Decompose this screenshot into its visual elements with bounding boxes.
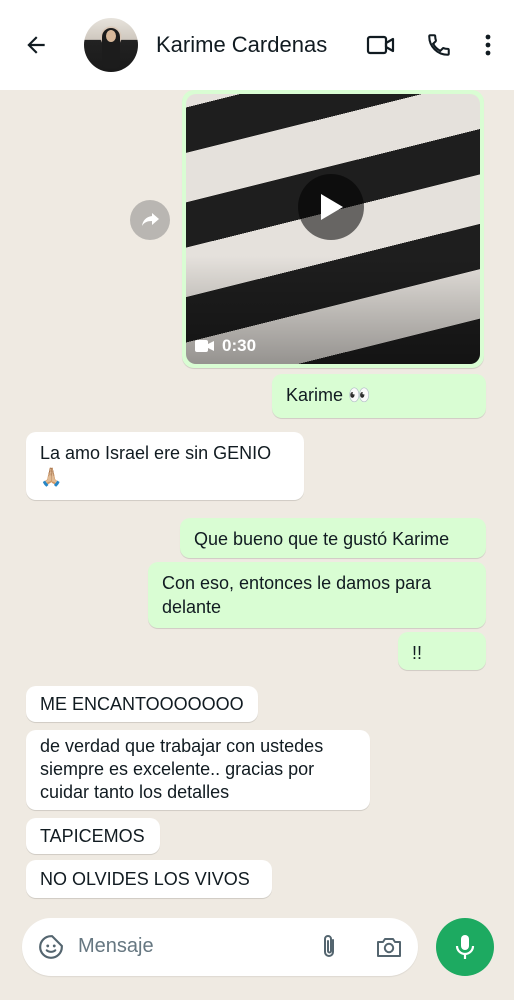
message-bubble[interactable]: Karime 👀 (272, 374, 486, 418)
duration-text: 0:30 (222, 336, 257, 355)
play-button[interactable] (298, 174, 364, 240)
chat-header: Karime Cardenas (0, 0, 514, 90)
attach-button[interactable] (314, 932, 344, 962)
message-bubble[interactable]: de verdad que trabajar con ustedes siemp… (26, 730, 370, 810)
message-text: cuidar tanto los detalles (40, 782, 230, 802)
avatar[interactable] (84, 18, 138, 72)
camera-icon (377, 938, 401, 957)
message-bubble[interactable]: Que bueno que te gustó Karime (180, 518, 486, 558)
chat-area: 0:30 Karime 👀 La amo Israel ere sin GENI… (0, 90, 514, 910)
message-text: de verdad que trabajar con ustedes (40, 736, 324, 756)
microphone-icon (455, 935, 475, 959)
phone-icon (428, 34, 450, 56)
message-bubble[interactable]: La amo Israel ere sin GENIO 🙏🏼 (26, 432, 304, 500)
message-text: NO OLVIDES LOS VIVOS (40, 869, 250, 889)
contact-name[interactable]: Karime Cardenas (156, 32, 327, 58)
message-bubble[interactable]: TAPICEMOS (26, 818, 160, 854)
message-text: siempre es excelente.. gracias por (40, 759, 315, 779)
camera-button[interactable] (374, 932, 404, 962)
arrow-left-icon (27, 36, 45, 54)
video-duration: 0:30 (194, 336, 256, 356)
more-vertical-icon (485, 34, 491, 56)
message-input[interactable]: Mensaje (78, 935, 154, 958)
message-text: Karime 👀 (286, 385, 371, 405)
message-text: ME ENCANTOOOOOOO (40, 694, 244, 714)
video-call-button[interactable] (364, 28, 398, 62)
message-emoji: 🙏🏼 (40, 467, 63, 487)
message-text: Que bueno que te gustó Karime (194, 529, 450, 549)
message-text: Con eso, entonces le damos para (162, 573, 432, 593)
message-bubble[interactable]: NO OLVIDES LOS VIVOS (26, 860, 272, 898)
message-composer[interactable]: Mensaje (22, 918, 418, 976)
message-text: La amo Israel ere sin GENIO (40, 443, 272, 463)
voice-message-button[interactable] (436, 918, 494, 976)
message-text: TAPICEMOS (40, 826, 145, 846)
back-button[interactable] (22, 30, 50, 60)
message-text: delante (162, 597, 222, 617)
forward-icon (142, 213, 159, 226)
video-small-icon (195, 340, 214, 352)
video-thumbnail[interactable]: 0:30 (186, 94, 480, 364)
paperclip-icon (324, 935, 334, 957)
play-icon (321, 194, 343, 220)
sticker-icon (39, 935, 63, 959)
video-message[interactable]: 0:30 (182, 90, 484, 368)
message-text: !! (412, 643, 423, 663)
menu-button[interactable] (478, 28, 498, 62)
voice-call-button[interactable] (424, 28, 454, 62)
forward-button[interactable] (130, 200, 170, 240)
message-bubble[interactable]: Con eso, entonces le damos para delante (148, 562, 486, 628)
video-camera-icon (366, 35, 395, 55)
message-bubble[interactable]: ME ENCANTOOOOOOO (26, 686, 258, 722)
message-bubble[interactable]: !! (398, 632, 486, 670)
sticker-button[interactable] (36, 932, 66, 962)
